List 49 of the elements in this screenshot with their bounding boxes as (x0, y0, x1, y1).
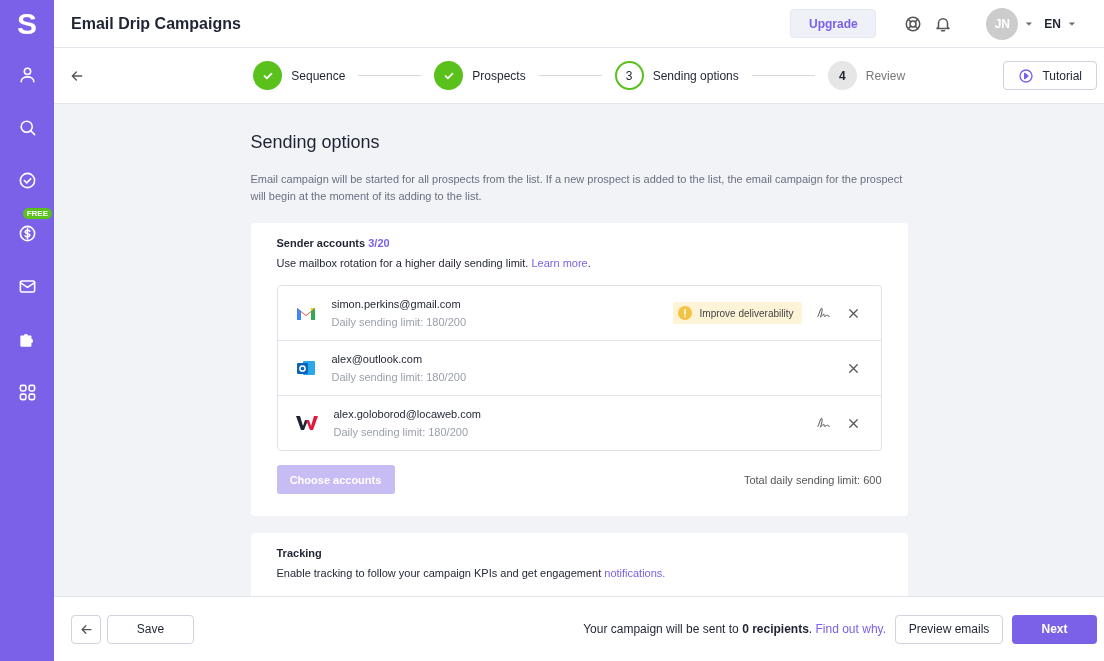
account-email: alex.goloborod@locaweb.com (333, 408, 483, 420)
deliverability-warning[interactable]: Improve deliverability (672, 302, 802, 324)
person-icon (17, 65, 37, 84)
section-heading: Sending options (250, 132, 381, 153)
page-title: Email Drip Campaigns (71, 14, 242, 33)
account-email: alex@outlook.com (331, 353, 424, 365)
card-title: Sender accounts (276, 237, 366, 249)
outlook-logo-icon (295, 358, 316, 378)
dollar-icon (17, 224, 37, 243)
tracking-text: Enable tracking to follow your campaign KPIs and get engagement notifications. (276, 567, 667, 579)
tutorial-button[interactable]: Tutorial (1003, 61, 1097, 90)
step-number: 4 (827, 61, 857, 90)
language-selector[interactable]: EN (1044, 16, 1061, 31)
signature-icon[interactable] (815, 415, 832, 431)
sending-limit: Daily sending limit: 180/200 (333, 426, 470, 438)
signature-icon[interactable] (815, 305, 832, 321)
save-button[interactable]: Save (107, 614, 194, 644)
play-icon (1018, 67, 1035, 84)
check-circle-icon (17, 171, 37, 190)
grid-icon (17, 383, 37, 402)
step-label[interactable]: Sending options (652, 68, 739, 83)
warning-icon (677, 306, 692, 320)
account-email: simon.perkins@gmail.com (331, 298, 462, 310)
description: Email campaign will be started for all prospects from the list. If a new prospect is added to the list, the email campaign for the prospect will begin at the moment of its adding to the list. (250, 172, 904, 204)
sending-limit: Daily sending limit: 180/200 (331, 316, 468, 328)
hint-text: Use mailbox rotation for a higher daily sending limit. Learn more. (276, 257, 592, 269)
preview-emails-button[interactable]: Preview emails (895, 614, 1003, 644)
account-count: 3/20 (368, 237, 390, 249)
mail-icon (17, 277, 37, 296)
notifications-link[interactable]: notifications. (604, 567, 666, 579)
app-logo[interactable]: S (17, 0, 37, 48)
w-logo-icon (295, 415, 318, 431)
step-label[interactable]: Review (865, 68, 906, 83)
back-button[interactable] (71, 614, 101, 644)
step-label[interactable]: Prospects (472, 68, 526, 83)
find-out-link[interactable]: Find out why. (815, 622, 886, 636)
sending-limit: Daily sending limit: 180/200 (331, 371, 468, 383)
total-limit: Total daily sending limit: 600 (743, 473, 882, 486)
next-button[interactable]: Next (1012, 614, 1097, 644)
step-number: 3 (614, 61, 644, 90)
card-title: Tracking (276, 547, 323, 559)
help-lifebuoy-icon (904, 14, 923, 33)
learn-more-link[interactable]: Learn more (531, 257, 588, 269)
search-icon (17, 118, 37, 137)
recipients-summary: Your campaign will be sent to 0 recipients. Find out why. (582, 622, 886, 636)
mail-logo-icon (295, 305, 316, 321)
free-badge: FREE (22, 208, 52, 219)
step-label[interactable]: Sequence (291, 68, 346, 83)
upgrade-button[interactable]: Upgrade (790, 9, 877, 38)
